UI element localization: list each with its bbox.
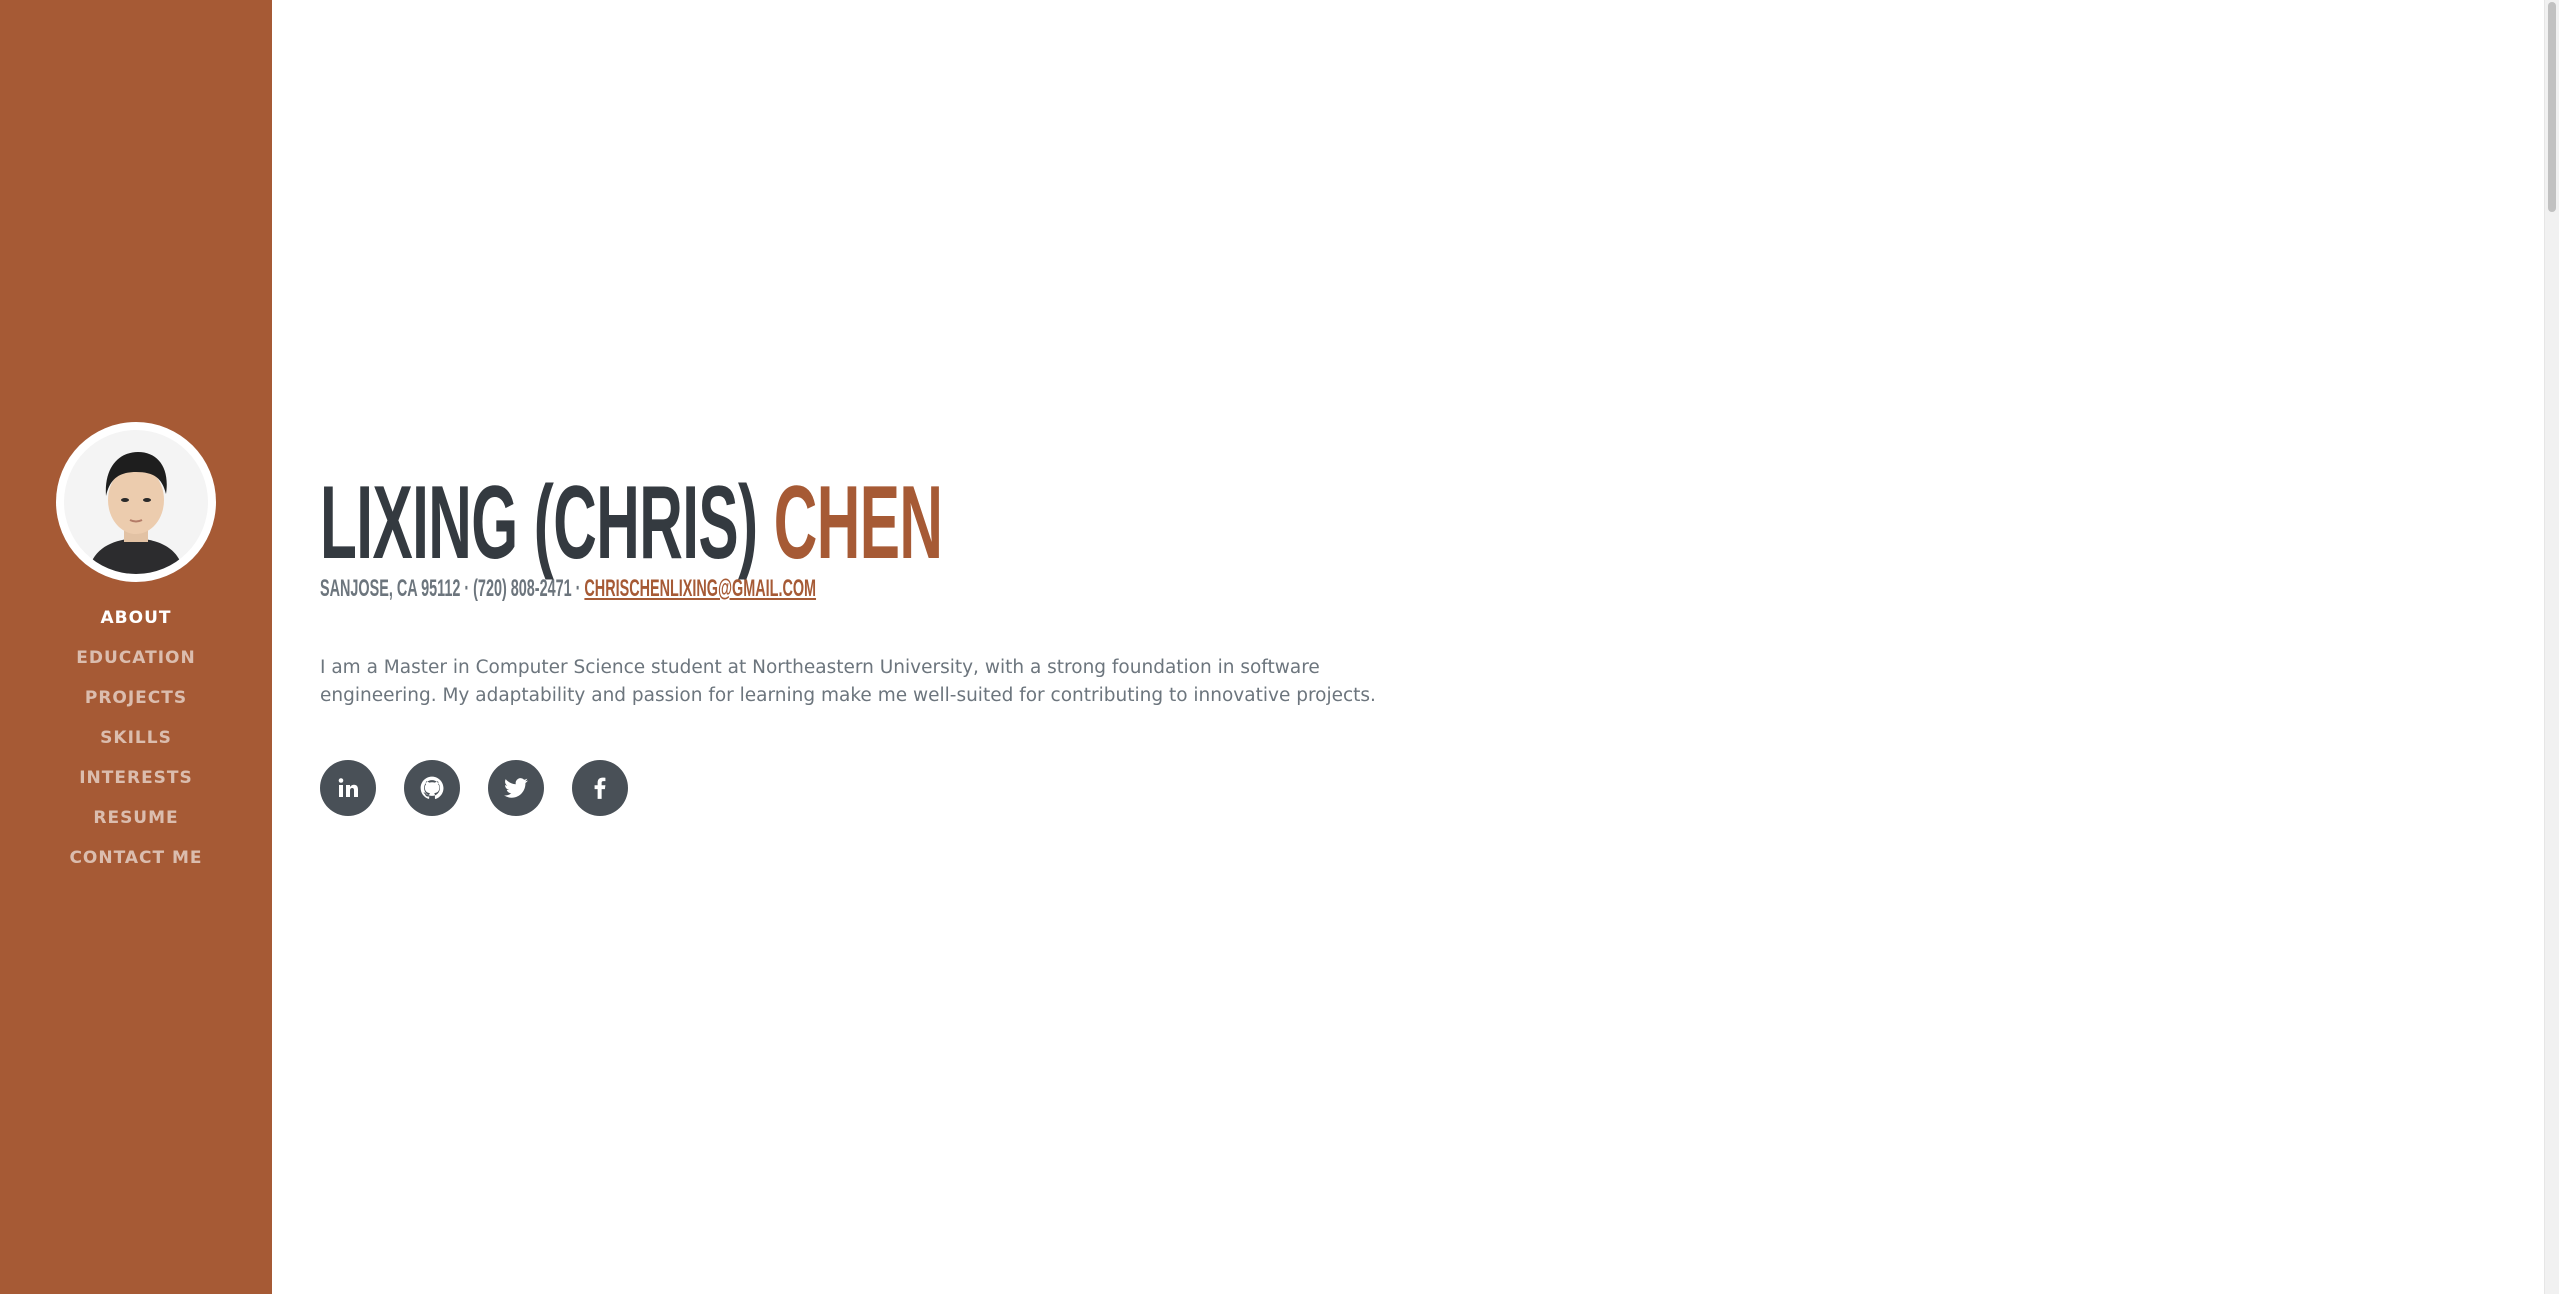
nav-item-resume[interactable]: RESUME bbox=[0, 804, 272, 844]
nav-item-projects[interactable]: PROJECTS bbox=[0, 684, 272, 724]
page-title: LIXING (CHRIS) CHEN bbox=[320, 465, 943, 581]
nav-item-about[interactable]: ABOUT bbox=[0, 604, 272, 644]
nav-item-skills[interactable]: SKILLS bbox=[0, 724, 272, 764]
linkedin-icon bbox=[338, 778, 358, 797]
twitter-icon bbox=[504, 778, 528, 798]
linkedin-button[interactable] bbox=[320, 760, 376, 816]
last-name: CHEN bbox=[773, 465, 943, 581]
email-link[interactable]: CHRISCHENLIXING@GMAIL.COM bbox=[584, 575, 816, 602]
github-icon bbox=[420, 776, 444, 799]
first-name: LIXING (CHRIS) bbox=[320, 465, 758, 581]
github-button[interactable] bbox=[404, 760, 460, 816]
nav-item-interests[interactable]: INTERESTS bbox=[0, 764, 272, 804]
nav-list: ABOUT EDUCATION PROJECTS SKILLS INTEREST… bbox=[0, 604, 272, 884]
profile-avatar bbox=[56, 422, 216, 582]
scrollbar-thumb[interactable] bbox=[2548, 2, 2556, 212]
sidebar-nav: ABOUT EDUCATION PROJECTS SKILLS INTEREST… bbox=[0, 0, 272, 1294]
contact-subheading: SANJOSE, CA 95112 · (720) 808-2471 · CHR… bbox=[320, 574, 816, 604]
vertical-scrollbar[interactable] bbox=[2544, 0, 2559, 1294]
bio-text: I am a Master in Computer Science studen… bbox=[320, 657, 1376, 706]
profile-photo bbox=[64, 430, 208, 574]
nav-item-education[interactable]: EDUCATION bbox=[0, 644, 272, 684]
facebook-icon bbox=[594, 777, 606, 799]
facebook-button[interactable] bbox=[572, 760, 628, 816]
address-phone: SANJOSE, CA 95112 · (720) 808-2471 · bbox=[320, 575, 585, 602]
twitter-button[interactable] bbox=[488, 760, 544, 816]
nav-item-contact-me[interactable]: CONTACT ME bbox=[0, 844, 272, 884]
